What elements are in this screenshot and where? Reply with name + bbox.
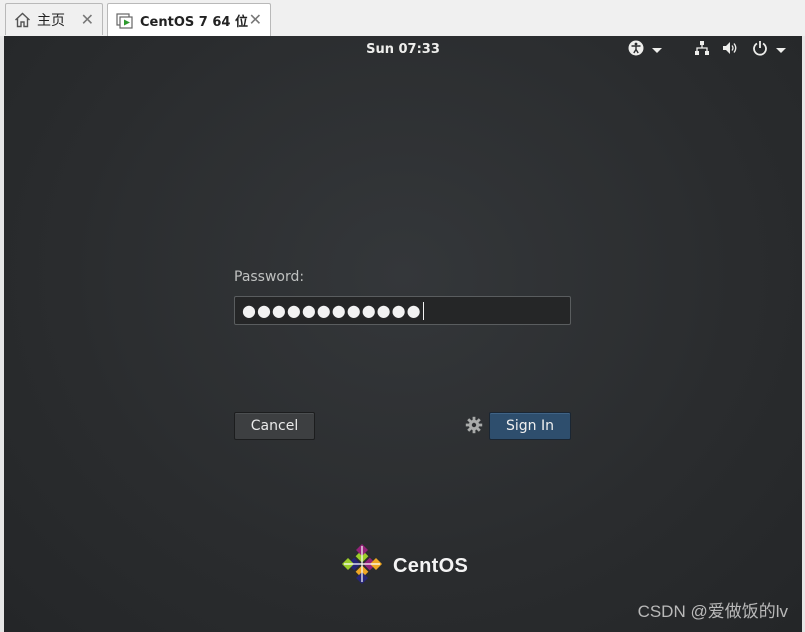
vm-icon <box>116 12 134 29</box>
power-icon <box>752 40 768 60</box>
vm-screen[interactable]: Sun 07:33 Password: ●●●●●●●●●●●● Cancel … <box>4 36 802 632</box>
password-label: Password: <box>234 269 305 285</box>
close-icon[interactable]: ✕ <box>81 10 94 29</box>
password-value: ●●●●●●●●●●●● <box>242 301 422 320</box>
tab-bar: 主页 ✕ CentOS 7 64 位 ✕ <box>0 0 805 37</box>
centos-emblem-icon <box>340 542 384 590</box>
system-menu[interactable] <box>694 40 786 60</box>
watermark: CSDN @爱做饭的lv <box>637 602 788 621</box>
sign-in-button[interactable]: Sign In <box>489 412 571 440</box>
tab-home[interactable]: 主页 ✕ <box>5 3 103 35</box>
cancel-button[interactable]: Cancel <box>234 412 315 440</box>
close-icon[interactable]: ✕ <box>249 10 262 29</box>
accessibility-menu[interactable] <box>628 40 662 60</box>
tab-home-label: 主页 <box>37 12 65 29</box>
password-field[interactable]: ●●●●●●●●●●●● <box>234 296 571 325</box>
tab-centos-vm[interactable]: CentOS 7 64 位 ✕ <box>107 3 271 37</box>
home-icon <box>14 12 31 28</box>
centos-logo: CentOS <box>340 542 468 590</box>
chevron-down-icon <box>776 47 786 53</box>
text-cursor <box>422 301 424 320</box>
clock[interactable]: Sun 07:33 <box>4 42 802 57</box>
volume-icon <box>722 40 738 60</box>
chevron-down-icon <box>652 47 662 53</box>
accessibility-icon <box>628 40 644 60</box>
network-icon <box>694 40 710 60</box>
tab-centos-label: CentOS 7 64 位 <box>140 15 248 30</box>
gear-icon[interactable] <box>465 416 483 438</box>
centos-logo-text: CentOS <box>393 554 469 577</box>
